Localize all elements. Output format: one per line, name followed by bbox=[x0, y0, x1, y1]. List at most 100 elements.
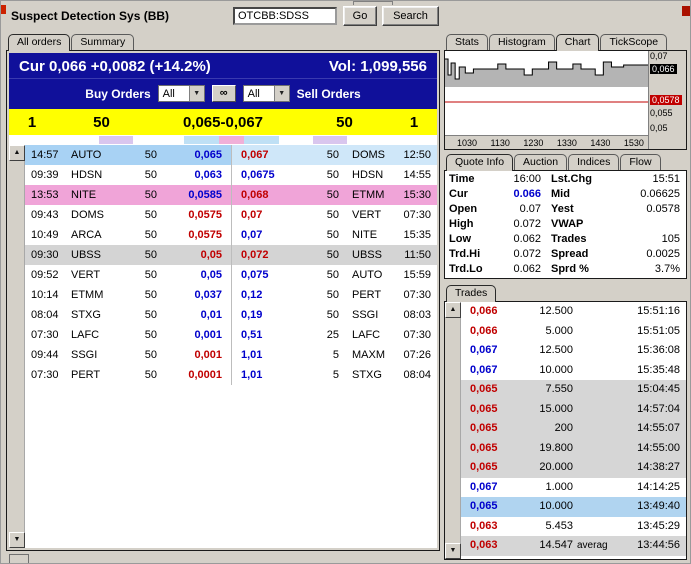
depth-segment bbox=[313, 136, 347, 144]
bid-half: 13:53NITE500,0585 bbox=[25, 185, 231, 205]
trade-row[interactable]: 0,0671.00014:14:25 bbox=[461, 478, 686, 498]
chart-x-axis: 103011301230133014301530 bbox=[445, 135, 648, 149]
order-row[interactable]: 09:52VERT500,050,07550AUTO15:59 bbox=[25, 265, 437, 285]
trade-row[interactable]: 0,06314.547averag13:44:56 bbox=[461, 536, 686, 556]
symbol-input[interactable] bbox=[233, 7, 337, 25]
tab-summary[interactable]: Summary bbox=[71, 34, 134, 50]
depth-strip bbox=[9, 135, 437, 145]
tab-auction[interactable]: Auction bbox=[514, 154, 567, 170]
scroll-down-button[interactable]: ▼ bbox=[445, 543, 461, 559]
trade-size: 5.000 bbox=[511, 322, 573, 342]
quote-tabs: Quote InfoAuctionIndicesFlow bbox=[444, 154, 687, 170]
bid-time: 09:44 bbox=[25, 345, 71, 365]
tab-quote-info[interactable]: Quote Info bbox=[446, 154, 513, 171]
trade-time: 15:04:45 bbox=[619, 380, 686, 400]
order-book-section: All ordersSummary Cur 0,066 +0,0082 (+14… bbox=[6, 34, 440, 552]
scroll-up-button[interactable]: ▲ bbox=[445, 302, 461, 318]
order-row[interactable]: 10:14ETMM500,0370,1250PERT07:30 bbox=[25, 285, 437, 305]
tab-all-orders[interactable]: All orders bbox=[8, 34, 70, 51]
quote-label: Yest bbox=[547, 202, 607, 217]
chevron-down-icon: ▼ bbox=[274, 86, 289, 101]
trade-row[interactable]: 0,06515.00014:57:04 bbox=[461, 400, 686, 420]
quote-label: Open bbox=[445, 202, 491, 217]
order-row[interactable]: 14:57AUTO500,0650,06750DOMS12:50 bbox=[25, 145, 437, 165]
quote-label: Trd.Lo bbox=[445, 262, 491, 277]
order-row[interactable]: 08:04STXG500,010,1950SSGI08:03 bbox=[25, 305, 437, 325]
ask-market-maker: STXG bbox=[339, 365, 391, 385]
trade-note bbox=[573, 400, 619, 420]
bid-size: 50 bbox=[123, 205, 167, 225]
bid-ask-range: 0,065-0,067 bbox=[148, 114, 298, 131]
sell-filter-dropdown[interactable]: All ▼ bbox=[243, 85, 290, 102]
trade-row[interactable]: 0,06712.50015:36:08 bbox=[461, 341, 686, 361]
order-book-scrollbar[interactable]: ▲ ▼ bbox=[9, 145, 25, 548]
trade-price: 0,065 bbox=[461, 419, 511, 439]
tab-chart[interactable]: Chart bbox=[556, 34, 600, 51]
order-row[interactable]: 13:53NITE500,05850,06850ETMM15:30 bbox=[25, 185, 437, 205]
trade-row[interactable]: 0,0665.00015:51:05 bbox=[461, 322, 686, 342]
scroll-up-button[interactable]: ▲ bbox=[9, 145, 25, 161]
order-row[interactable]: 07:30PERT500,00011,015STXG08:04 bbox=[25, 365, 437, 385]
tab-histogram[interactable]: Histogram bbox=[489, 34, 555, 50]
quote-value: 105 bbox=[607, 232, 686, 247]
trade-row[interactable]: 0,06520.00014:38:27 bbox=[461, 458, 686, 478]
quote-value: 0.072 bbox=[491, 217, 547, 232]
y-axis-label: 0,05 bbox=[650, 123, 668, 133]
quote-label: Sprd % bbox=[547, 262, 607, 277]
background-tab-notch bbox=[353, 1, 393, 5]
quote-label: Time bbox=[445, 172, 491, 187]
trade-row[interactable]: 0,06510.00013:49:40 bbox=[461, 497, 686, 517]
tab-flow[interactable]: Flow bbox=[620, 154, 660, 170]
bid-size: 50 bbox=[123, 185, 167, 205]
trade-note: averag bbox=[573, 536, 619, 556]
best-quote-bar: 1 50 0,065-0,067 50 1 bbox=[9, 109, 437, 135]
chevron-down-icon: ▼ bbox=[189, 86, 204, 101]
depth-segment bbox=[99, 136, 133, 144]
bid-half: 07:30PERT500,0001 bbox=[25, 365, 231, 385]
trades-scrollbar[interactable]: ▲ ▼ bbox=[445, 302, 461, 559]
ask-market-maker: UBSS bbox=[339, 245, 391, 265]
order-row[interactable]: 10:49ARCA500,05750,0750NITE15:35 bbox=[25, 225, 437, 245]
go-button[interactable]: Go bbox=[343, 6, 377, 26]
ask-time: 08:04 bbox=[391, 365, 437, 385]
trade-price: 0,065 bbox=[461, 400, 511, 420]
order-row[interactable]: 09:30UBSS500,050,07250UBSS11:50 bbox=[25, 245, 437, 265]
tab-tickscope[interactable]: TickScope bbox=[600, 34, 667, 50]
tab-indices[interactable]: Indices bbox=[568, 154, 619, 170]
trade-size: 7.550 bbox=[511, 380, 573, 400]
ask-market-maker: LAFC bbox=[339, 325, 391, 345]
search-button[interactable]: Search bbox=[382, 6, 439, 26]
trade-time: 13:44:56 bbox=[619, 536, 686, 556]
bid-price: 0,05 bbox=[167, 245, 231, 265]
bid-half: 09:39HDSN500,063 bbox=[25, 165, 231, 185]
order-row[interactable]: 07:30LAFC500,0010,5125LAFC07:30 bbox=[25, 325, 437, 345]
order-row[interactable]: 09:39HDSN500,0630,067550HDSN14:55 bbox=[25, 165, 437, 185]
trade-row[interactable]: 0,06612.50015:51:16 bbox=[461, 302, 686, 322]
order-row[interactable]: 09:44SSGI500,0011,015MAXM07:26 bbox=[25, 345, 437, 365]
order-row[interactable]: 09:43DOMS500,05750,0750VERT07:30 bbox=[25, 205, 437, 225]
bid-price: 0,0585 bbox=[167, 185, 231, 205]
ask-price: 1,01 bbox=[232, 345, 289, 365]
trade-row[interactable]: 0,06519.80014:55:00 bbox=[461, 439, 686, 459]
bid-market-maker: NITE bbox=[71, 185, 123, 205]
trade-row[interactable]: 0,06520014:55:07 bbox=[461, 419, 686, 439]
trade-price: 0,066 bbox=[461, 302, 511, 322]
bid-size: 50 bbox=[123, 145, 167, 165]
trade-time: 14:14:25 bbox=[619, 478, 686, 498]
bid-market-maker: UBSS bbox=[71, 245, 123, 265]
link-orders-button[interactable]: ∞ bbox=[212, 85, 236, 102]
trade-row[interactable]: 0,0635.45313:45:29 bbox=[461, 517, 686, 537]
trade-time: 15:35:48 bbox=[619, 361, 686, 381]
ask-size: 50 bbox=[289, 185, 339, 205]
trade-size: 5.453 bbox=[511, 517, 573, 537]
x-axis-label: 1430 bbox=[590, 138, 610, 149]
buy-filter-dropdown[interactable]: All ▼ bbox=[158, 85, 205, 102]
tab-trades[interactable]: Trades bbox=[446, 285, 496, 302]
bid-half: 08:04STXG500,01 bbox=[25, 305, 231, 325]
trade-row[interactable]: 0,06710.00015:35:48 bbox=[461, 361, 686, 381]
trade-row[interactable]: 0,0657.55015:04:45 bbox=[461, 380, 686, 400]
scroll-down-button[interactable]: ▼ bbox=[9, 532, 25, 548]
tab-stats[interactable]: Stats bbox=[446, 34, 488, 50]
bid-half: 09:43DOMS500,0575 bbox=[25, 205, 231, 225]
trade-price: 0,066 bbox=[461, 322, 511, 342]
